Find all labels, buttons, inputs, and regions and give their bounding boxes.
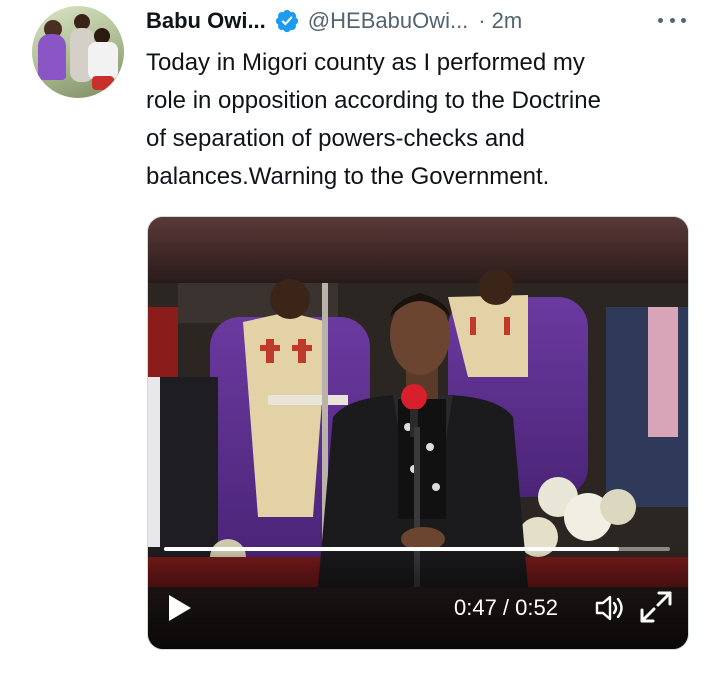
video-progress-fill — [164, 547, 620, 551]
author-name[interactable]: Babu Owi... — [146, 8, 266, 34]
video-time-readout: 0:47 / 0:52 — [454, 595, 558, 620]
tweet-text: Today in Migori county as I performed my… — [146, 49, 601, 190]
author-handle[interactable]: @HEBabuOwi... — [308, 8, 469, 34]
avatar[interactable] — [32, 6, 124, 98]
verified-badge-icon — [274, 8, 300, 34]
more-options-icon[interactable] — [658, 12, 686, 28]
video-progress-bar[interactable] — [164, 547, 670, 551]
video-player[interactable]: 0:47 / 0:52 — [147, 216, 689, 650]
volume-icon[interactable] — [594, 593, 626, 623]
separator-dot: · — [478, 8, 486, 33]
play-icon[interactable] — [166, 593, 194, 623]
video-controls: 0:47 / 0:52 — [148, 547, 688, 649]
fullscreen-icon[interactable] — [638, 589, 674, 625]
tweet-timestamp[interactable]: 2m — [492, 8, 523, 34]
tweet[interactable]: Babu Owi... @HEBabuOwi... · 2m Today in … — [0, 0, 719, 673]
tweet-header: Babu Owi... @HEBabuOwi... · 2m — [146, 4, 696, 38]
